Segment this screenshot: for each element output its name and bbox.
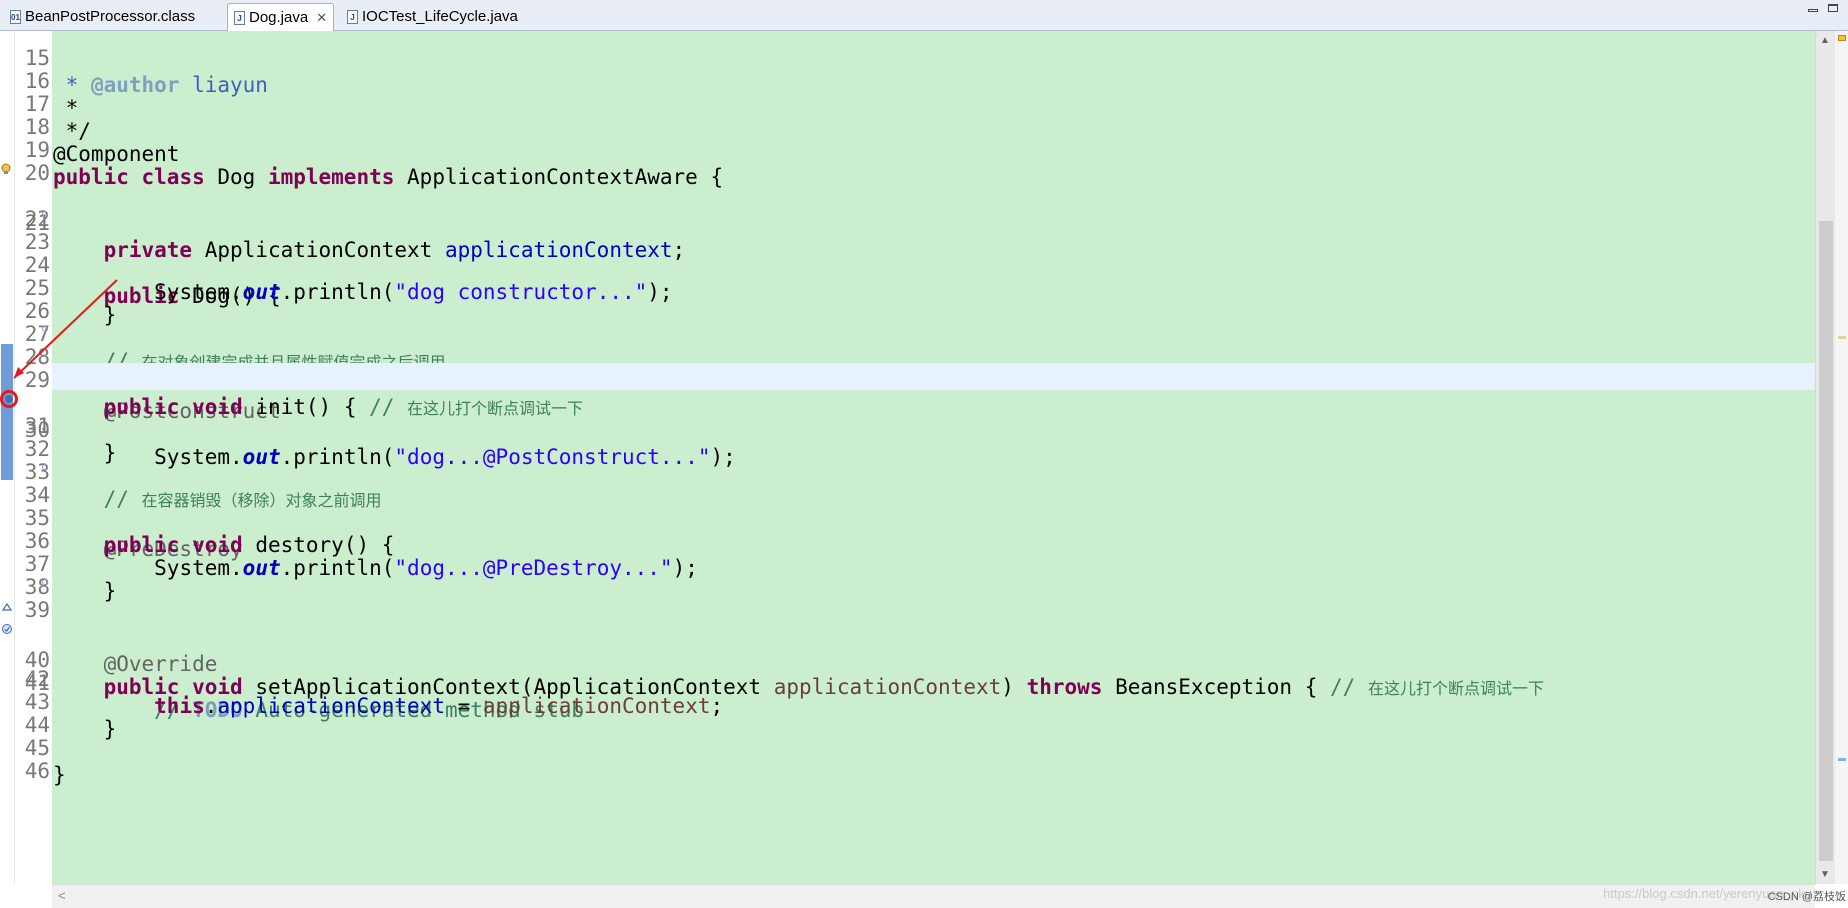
code-token: } — [53, 763, 66, 787]
bottom-corner — [0, 884, 52, 908]
fold-toggle-icon[interactable] — [42, 326, 48, 332]
code-editor[interactable]: 15 * @author liayun 16 * 17 */ 18 @Compo… — [0, 31, 1815, 884]
line-number: 46 — [24, 759, 50, 783]
editor-window-controls — [1808, 4, 1838, 12]
editor-tab-bar: 01 BeanPostProcessor.class J Dog.java ✕ … — [0, 0, 1848, 31]
override-marker-icon[interactable] — [1, 601, 13, 613]
tab-label: IOCTest_LifeCycle.java — [362, 8, 518, 25]
scroll-left-icon[interactable]: < — [58, 888, 66, 903]
java-file-icon: J — [347, 9, 358, 24]
tab-ioctest-lifecycle-java[interactable]: J IOCTest_LifeCycle.java — [341, 3, 524, 30]
scroll-down-icon[interactable]: ▼ — [1820, 869, 1830, 880]
close-icon[interactable]: ✕ — [316, 10, 327, 26]
watermark-brand: CSDN @荔枝饭 — [1767, 891, 1846, 903]
warning-lightbulb-icon[interactable] — [1, 163, 13, 175]
breakpoint-task-icon[interactable] — [1, 623, 13, 635]
warning-summary-icon[interactable] — [1838, 35, 1846, 41]
maximize-icon[interactable] — [1828, 4, 1838, 12]
task-marker[interactable] — [1838, 758, 1846, 761]
horizontal-scrollbar[interactable]: < — [52, 884, 1815, 908]
tab-dog-java[interactable]: J Dog.java ✕ — [227, 3, 335, 31]
tab-beanpostprocessor-class[interactable]: 01 BeanPostProcessor.class — [4, 3, 201, 30]
warning-marker[interactable] — [1838, 336, 1846, 339]
fold-toggle-icon[interactable] — [42, 211, 48, 217]
class-file-icon: 01 — [10, 9, 21, 24]
tab-label: Dog.java — [249, 9, 309, 26]
tab-label: BeanPostProcessor.class — [25, 8, 196, 25]
java-file-icon: J — [234, 10, 245, 25]
overview-ruler — [1835, 31, 1848, 884]
fold-toggle-icon[interactable] — [42, 579, 48, 585]
fold-toggle-icon[interactable] — [42, 464, 48, 470]
scrollbar-thumb[interactable] — [1819, 221, 1833, 861]
vertical-scrollbar[interactable]: ▲ ▼ — [1815, 31, 1835, 884]
breakpoint-icon[interactable] — [0, 388, 21, 410]
minimize-icon[interactable] — [1808, 9, 1818, 12]
code-line: 46 — [0, 731, 1815, 783]
scroll-up-icon[interactable]: ▲ — [1820, 35, 1830, 46]
